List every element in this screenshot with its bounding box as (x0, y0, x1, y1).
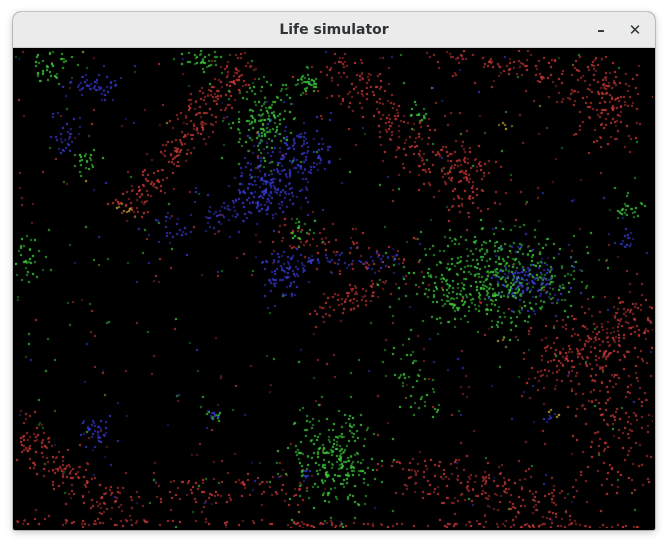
app-window: Life simulator – ✕ (13, 12, 655, 530)
window-title: Life simulator (279, 22, 389, 38)
title-bar[interactable]: Life simulator – ✕ (13, 12, 655, 48)
particle-canvas[interactable] (15, 50, 653, 528)
close-button[interactable]: ✕ (623, 18, 647, 42)
minimize-button[interactable]: – (589, 18, 613, 42)
simulation-view[interactable] (15, 50, 653, 528)
